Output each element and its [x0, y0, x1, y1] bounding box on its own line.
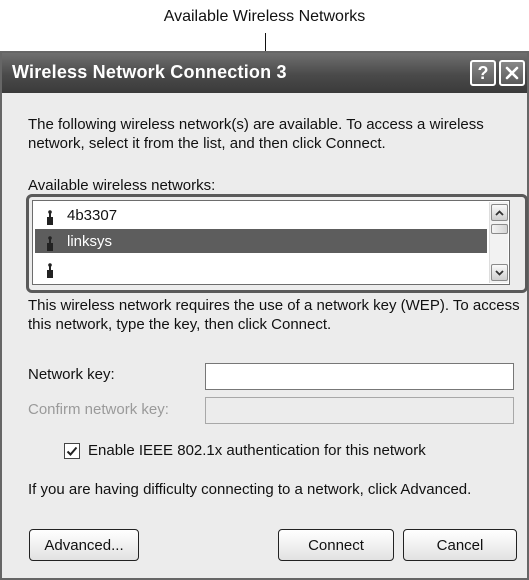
ieee-checkbox[interactable] [64, 442, 80, 459]
list-item[interactable]: linksys [35, 229, 487, 253]
networks-label: Available wireless networks: [28, 177, 216, 194]
confirm-key-label: Confirm network key: [28, 401, 169, 418]
wireless-network-icon [41, 230, 59, 252]
list-item[interactable]: 4b3307 [35, 203, 487, 227]
network-key-label: Network key: [28, 366, 115, 383]
advanced-button[interactable]: Advanced... [29, 529, 139, 561]
list-item[interactable] [35, 256, 487, 280]
network-name: linksys [67, 232, 113, 250]
dialog-window: Wireless Network Connection 3 ? The foll… [0, 51, 529, 580]
ieee-checkbox-label: Enable IEEE 802.1x authentication for th… [88, 442, 426, 459]
ieee-checkbox-row[interactable]: Enable IEEE 802.1x authentication for th… [64, 442, 426, 459]
networks-list[interactable]: 4b3307 linksys [32, 200, 510, 285]
close-icon [505, 66, 519, 80]
list-scrollbar[interactable] [489, 202, 508, 283]
close-button[interactable] [499, 60, 525, 86]
network-name: 4b3307 [67, 206, 118, 224]
chevron-down-icon [495, 269, 504, 276]
scroll-thumb[interactable] [491, 224, 508, 234]
help-button[interactable]: ? [470, 60, 496, 86]
advanced-hint: If you are having difficulty connecting … [28, 481, 472, 498]
scroll-up-button[interactable] [491, 204, 508, 221]
title-bar[interactable]: Wireless Network Connection 3 ? [2, 53, 527, 93]
intro-text: The following wireless network(s) are av… [28, 116, 484, 152]
cancel-button[interactable]: Cancel [403, 529, 517, 561]
network-key-field[interactable] [205, 363, 514, 390]
wireless-network-icon [41, 204, 59, 226]
checkmark-icon [66, 446, 78, 456]
wireless-network-icon [41, 257, 59, 279]
connect-button[interactable]: Connect [278, 529, 394, 561]
chevron-up-icon [495, 209, 504, 216]
window-title: Wireless Network Connection 3 [12, 62, 287, 82]
scroll-down-button[interactable] [491, 264, 508, 281]
question-icon: ? [477, 62, 489, 83]
wep-text: This wireless network requires the use o… [28, 297, 520, 333]
callout-label: Available Wireless Networks [163, 8, 366, 25]
confirm-key-field[interactable] [205, 397, 514, 424]
